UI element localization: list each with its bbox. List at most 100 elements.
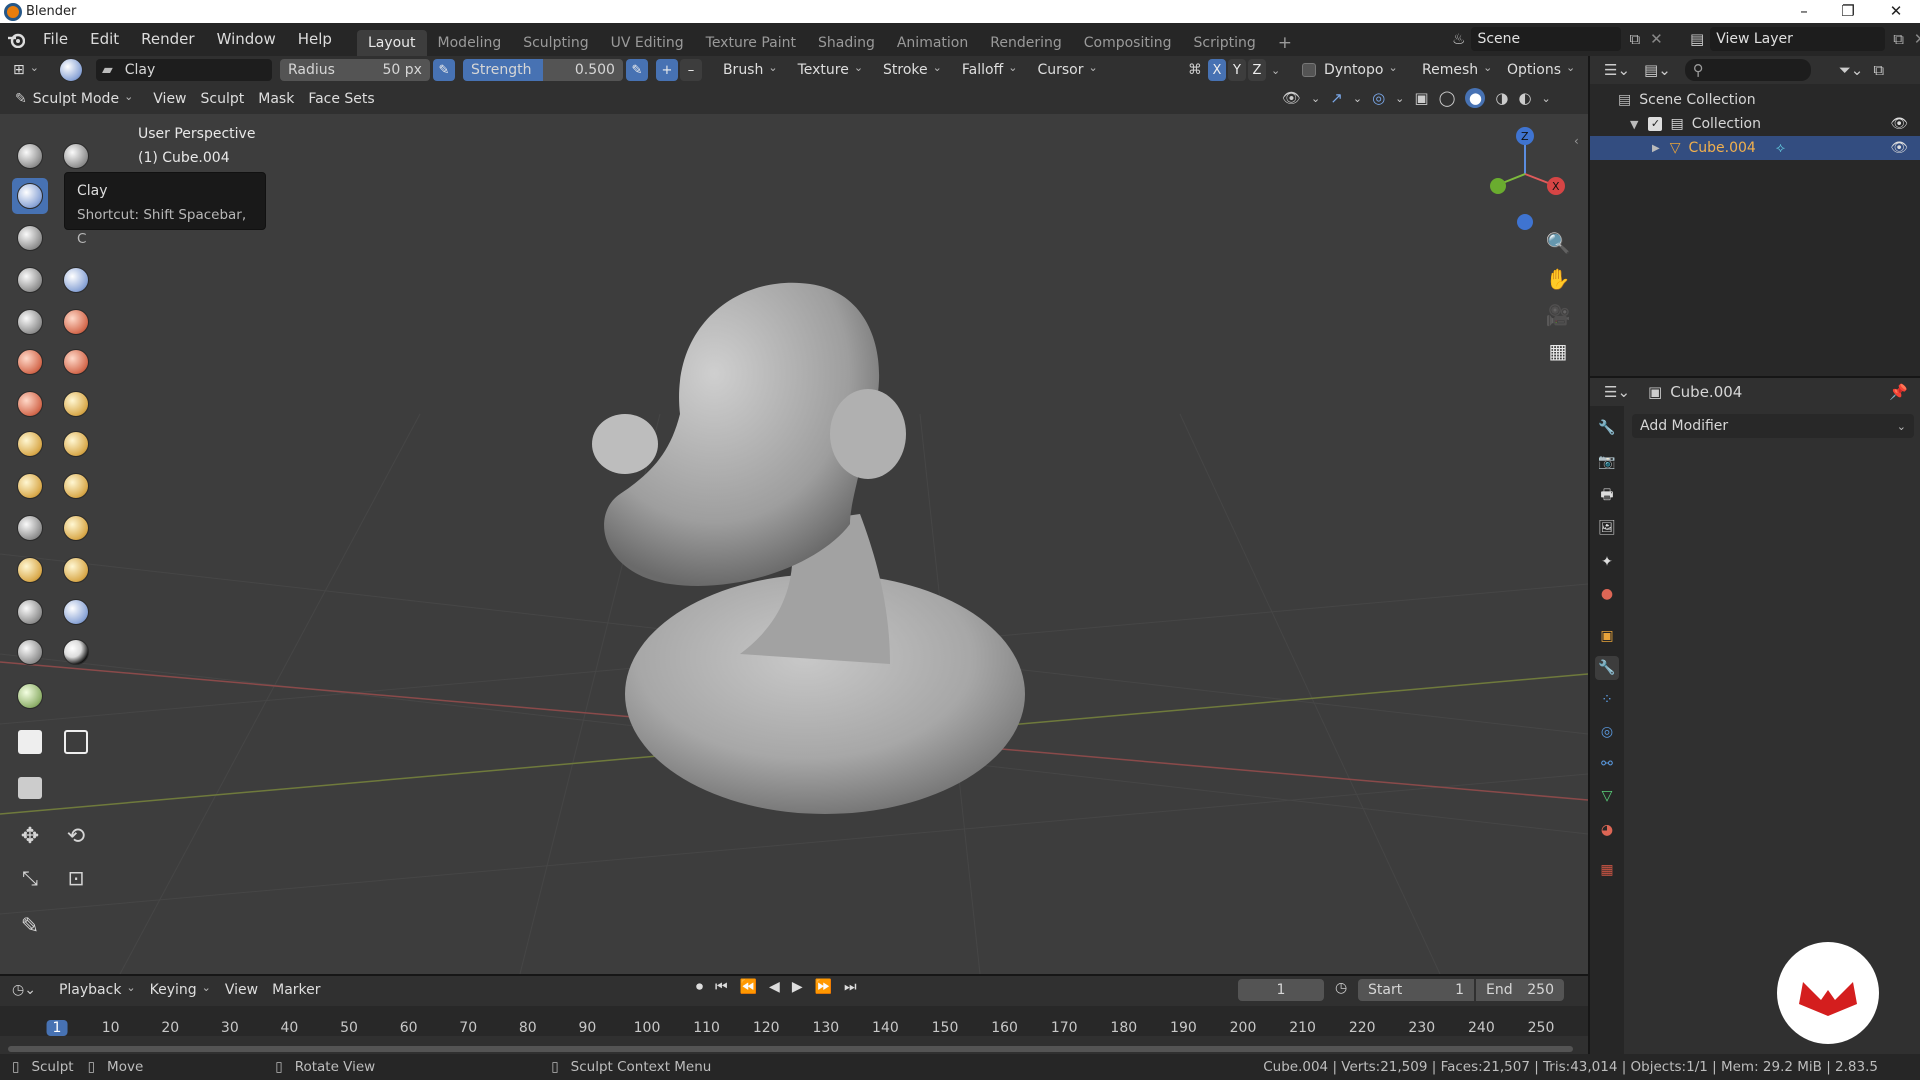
tab-object-icon[interactable]: ▣ — [1595, 624, 1619, 648]
new-scene-icon[interactable]: ⧉ — [1629, 30, 1640, 48]
tab-rendering[interactable]: Rendering — [979, 30, 1073, 56]
collection-checkbox[interactable]: ✓ — [1648, 117, 1663, 131]
tab-compositing[interactable]: Compositing — [1073, 30, 1183, 56]
play-reverse-icon[interactable]: ◀ — [769, 979, 780, 995]
tool-snake-hook[interactable] — [58, 468, 94, 504]
direction-subtract-button[interactable]: – — [679, 59, 702, 81]
pan-hand-icon[interactable]: ✋ — [1541, 262, 1575, 296]
tool-pose[interactable] — [58, 510, 94, 546]
mode-selector[interactable]: ✎ Sculpt Mode — [8, 88, 140, 110]
delete-scene-icon[interactable]: ✕ — [1650, 30, 1663, 48]
tool-smooth[interactable] — [58, 304, 94, 340]
shading-solid-icon[interactable]: ● — [1465, 88, 1486, 108]
visibility-icon[interactable]: 👁 — [1282, 89, 1301, 107]
tab-scripting[interactable]: Scripting — [1183, 30, 1267, 56]
brush-preview-icon[interactable] — [54, 57, 88, 83]
tool-elastic-deform[interactable] — [12, 468, 48, 504]
brush-name-field[interactable]: ▰ Clay — [95, 59, 272, 81]
minimize-button[interactable]: – — [1784, 0, 1824, 23]
dyntopo-checkbox[interactable] — [1302, 63, 1316, 77]
tab-physics-icon[interactable]: ◎ — [1595, 720, 1619, 744]
tool-annotate[interactable]: ✎ — [12, 908, 48, 944]
tool-slide-relax[interactable] — [12, 594, 48, 630]
tab-constraints-icon[interactable]: ⚯ — [1595, 752, 1619, 776]
outliner-row-collection[interactable]: ▼ ✓ ▤ Collection 👁 — [1590, 112, 1920, 136]
tool-scale[interactable]: ⤡ — [12, 860, 48, 896]
tool-multiplane-scrape[interactable] — [58, 386, 94, 422]
shading-rendered-icon[interactable]: ◐ — [1518, 89, 1531, 107]
shading-chevron-icon[interactable]: ⌄ — [1542, 92, 1551, 105]
delete-view-layer-icon[interactable]: ✕ — [1914, 30, 1920, 48]
menu-view[interactable]: View — [146, 88, 193, 110]
tool-thumb[interactable] — [12, 510, 48, 546]
outliner-row-scene-collection[interactable]: ▤ Scene Collection — [1590, 88, 1920, 112]
tool-blob[interactable] — [58, 262, 94, 298]
menu-mask[interactable]: Mask — [251, 88, 301, 110]
strength-pressure-icon[interactable]: ✎ — [625, 59, 648, 81]
falloff-dropdown[interactable]: Falloff — [955, 59, 1025, 81]
tool-flatten[interactable] — [12, 344, 48, 380]
gizmo-toggle-icon[interactable]: ↗ — [1330, 89, 1343, 107]
shading-wireframe-icon[interactable]: ◯ — [1439, 89, 1456, 107]
tab-view-layer-icon[interactable]: 🖼 — [1595, 516, 1619, 540]
tab-animation[interactable]: Animation — [886, 30, 979, 56]
overlay-toggle-icon[interactable]: ◎ — [1372, 89, 1385, 107]
marker-menu[interactable]: Marker — [265, 979, 327, 1001]
tab-shading[interactable]: Shading — [807, 30, 886, 56]
menu-help[interactable]: Help — [287, 23, 343, 56]
tool-move[interactable]: ✥ — [12, 818, 48, 854]
jump-keyframe-back-icon[interactable]: ⏪ — [740, 979, 757, 995]
tool-rotate[interactable] — [58, 552, 94, 588]
visibility-chevron-icon[interactable]: ⌄ — [1311, 92, 1320, 105]
tool-mask[interactable] — [12, 678, 48, 714]
tab-render-icon[interactable]: 📷 — [1595, 450, 1619, 474]
tab-output-icon[interactable]: 🖶 — [1595, 484, 1619, 508]
keying-menu[interactable]: Keying — [143, 979, 218, 1001]
jump-end-icon[interactable]: ⏭ — [844, 979, 857, 995]
new-view-layer-icon[interactable]: ⧉ — [1893, 30, 1904, 48]
tab-world-icon[interactable]: ● — [1595, 582, 1619, 606]
object-visibility-icon[interactable]: 👁 — [1890, 140, 1908, 156]
brush-dropdown[interactable]: Brush — [716, 59, 785, 81]
view-layer-field[interactable]: View Layer — [1710, 27, 1886, 51]
tab-layout[interactable]: Layout — [356, 30, 427, 56]
timeline-scrollbar[interactable] — [8, 1046, 1573, 1052]
gizmo-chevron-icon[interactable]: ⌄ — [1353, 92, 1362, 105]
tool-box-mask[interactable] — [12, 724, 48, 760]
tab-sculpting[interactable]: Sculpting — [512, 30, 599, 56]
tool-draw[interactable] — [12, 138, 48, 174]
tab-modifiers-icon[interactable]: 🔧 — [1595, 656, 1619, 680]
dyntopo-dropdown[interactable]: Dyntopo — [1324, 59, 1398, 81]
end-frame-field[interactable]: End 250 — [1476, 979, 1564, 1001]
collection-expand-icon[interactable]: ▼ — [1630, 118, 1638, 131]
outliner-editor-type-icon[interactable]: ☰⌄ — [1604, 61, 1630, 79]
tool-cloth[interactable] — [12, 634, 48, 670]
maximize-button[interactable]: ❐ — [1828, 0, 1868, 23]
tool-boundary[interactable] — [58, 594, 94, 630]
symmetry-z-toggle[interactable]: Z — [1248, 59, 1266, 81]
symmetry-x-toggle[interactable]: X — [1208, 59, 1226, 81]
properties-editor-type-icon[interactable]: ☰⌄ — [1604, 383, 1630, 401]
object-expand-icon[interactable]: ▶ — [1652, 143, 1660, 154]
shading-material-icon[interactable]: ◑ — [1495, 89, 1508, 107]
new-collection-icon[interactable]: ⧉ — [1873, 61, 1884, 79]
menu-window[interactable]: Window — [206, 23, 287, 56]
scene-selector[interactable]: ♨ Scene ⧉ ✕ — [1452, 27, 1663, 51]
outliner-search-input[interactable]: ⚲ — [1684, 59, 1811, 81]
play-icon[interactable]: ▶ — [792, 979, 803, 995]
symmetry-chevron-icon[interactable]: ⌄ — [1271, 64, 1280, 77]
menu-sculpt[interactable]: Sculpt — [194, 88, 252, 110]
tool-grab[interactable] — [58, 426, 94, 462]
add-workspace-button[interactable]: + — [1267, 30, 1303, 56]
timeline-editor-type-icon[interactable]: ◷⌄ — [12, 982, 36, 998]
remesh-dropdown[interactable]: Remesh — [1415, 59, 1499, 81]
collection-visibility-icon[interactable]: 👁 — [1890, 116, 1908, 132]
tool-layer[interactable] — [12, 220, 48, 256]
tab-uv-editing[interactable]: UV Editing — [600, 30, 695, 56]
start-frame-field[interactable]: Start 1 — [1358, 979, 1474, 1001]
tool-clay[interactable] — [12, 178, 48, 214]
tool-nudge[interactable] — [12, 552, 48, 588]
jump-start-icon[interactable]: ⏮ — [715, 979, 728, 995]
tool-scrape[interactable] — [12, 386, 48, 422]
display-mode-icon[interactable]: ▤⌄ — [1644, 61, 1671, 79]
